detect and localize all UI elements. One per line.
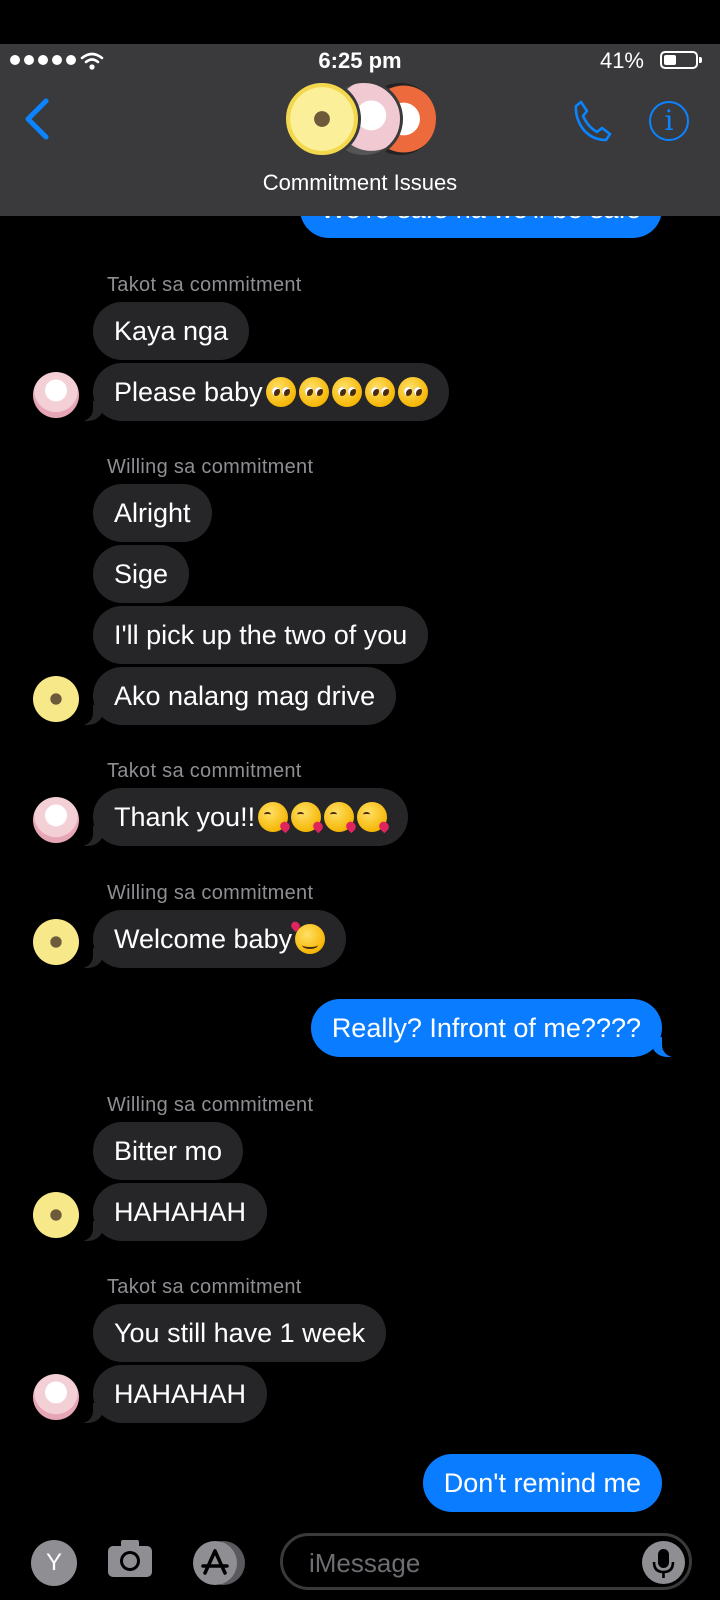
message-text: HAHAHAH [114, 1196, 247, 1227]
info-icon[interactable]: i [649, 101, 689, 141]
contact-avatar[interactable] [33, 1192, 79, 1238]
message-bubble-outgoing[interactable]: Really? Infront of me???? [310, 999, 687, 1057]
message-text: Really? Infront of me???? [331, 1012, 641, 1043]
message-list[interactable]: We're safe na we'll be safe Takot sa com… [0, 0, 720, 1520]
message-text: Thank you!! [114, 801, 256, 832]
face-blowing-kiss-emoji [258, 802, 289, 832]
message-input-container[interactable] [280, 1533, 692, 1590]
message-bubble-incoming[interactable]: I'll pick up the two of you [93, 606, 429, 664]
message-bubble-incoming[interactable]: Bitter mo [93, 1122, 244, 1180]
contact-avatar[interactable] [33, 372, 79, 418]
sender-name: Willing sa commitment [107, 882, 314, 904]
conversation-title[interactable]: Commitment Issues [0, 170, 720, 196]
message-bubble-incoming[interactable]: Please baby [69, 363, 449, 421]
phone-icon[interactable] [572, 99, 612, 143]
face-blowing-kiss-emoji [324, 802, 355, 832]
message-bubble-outgoing[interactable]: Don't remind me [422, 1454, 662, 1512]
message-bubble-incoming[interactable]: Ako nalang mag drive [68, 667, 397, 725]
sender-name: Willing sa commitment [107, 456, 314, 478]
microphone-icon [652, 1549, 675, 1578]
message-bubble-incoming[interactable]: Sige [93, 545, 190, 603]
message-bubble-incoming[interactable]: HAHAHAH [68, 1183, 268, 1241]
microphone-button[interactable] [642, 1541, 685, 1584]
message-bubble-incoming[interactable]: Thank you!! [68, 788, 409, 846]
pleading-face-emoji [364, 377, 395, 407]
message-bubble-incoming[interactable]: Kaya nga [93, 302, 250, 360]
message-text: I'll pick up the two of you [114, 619, 408, 650]
app-store-icon[interactable] [191, 1540, 247, 1586]
sender-name: Takot sa commitment [107, 1276, 302, 1298]
message-text: Alright [114, 497, 191, 528]
smiling-face-with-hearts-emoji [295, 924, 326, 954]
status-bar-background [0, 0, 720, 44]
group-member-avatar [283, 80, 361, 158]
sender-name: Takot sa commitment [107, 274, 302, 296]
sender-name: Willing sa commitment [107, 1094, 314, 1116]
pleading-face-emoji [298, 377, 329, 407]
message-text: Sige [114, 558, 169, 589]
pleading-face-emoji [265, 377, 296, 407]
message-text: Bitter mo [114, 1135, 223, 1166]
message-text: Welcome baby [114, 923, 293, 954]
conversation-header: 6:25 pm 41% Commitment Issues i [0, 0, 720, 216]
sender-name: Takot sa commitment [107, 760, 302, 782]
pleading-face-emoji [397, 377, 428, 407]
app-drawer-button[interactable]: Y [31, 1540, 77, 1586]
face-blowing-kiss-emoji [357, 802, 388, 832]
pleading-face-emoji [331, 377, 362, 407]
group-avatars[interactable] [283, 80, 443, 160]
message-text: You still have 1 week [114, 1317, 366, 1348]
message-bubble-incoming[interactable]: You still have 1 week [93, 1304, 387, 1362]
message-bubble-incoming[interactable]: Welcome baby [68, 910, 347, 968]
message-text: Kaya nga [114, 315, 229, 346]
battery-percentage: 41% [599, 48, 644, 73]
message-text: HAHAHAH [114, 1378, 247, 1409]
message-text: Please baby [114, 376, 263, 407]
message-text: Don't remind me [443, 1467, 641, 1498]
message-text: Ako nalang mag drive [114, 680, 376, 711]
face-blowing-kiss-emoji [291, 802, 322, 832]
contact-avatar[interactable] [33, 797, 79, 843]
back-chevron-icon[interactable] [22, 98, 52, 140]
contact-avatar[interactable] [33, 676, 79, 722]
contact-avatar[interactable] [33, 1374, 79, 1420]
camera-icon[interactable] [106, 1537, 154, 1579]
contact-avatar[interactable] [33, 919, 79, 965]
message-bubble-incoming[interactable]: Alright [93, 484, 212, 542]
battery-icon [660, 51, 702, 69]
message-bubble-incoming[interactable]: HAHAHAH [68, 1365, 268, 1423]
message-input[interactable] [307, 1544, 611, 1582]
